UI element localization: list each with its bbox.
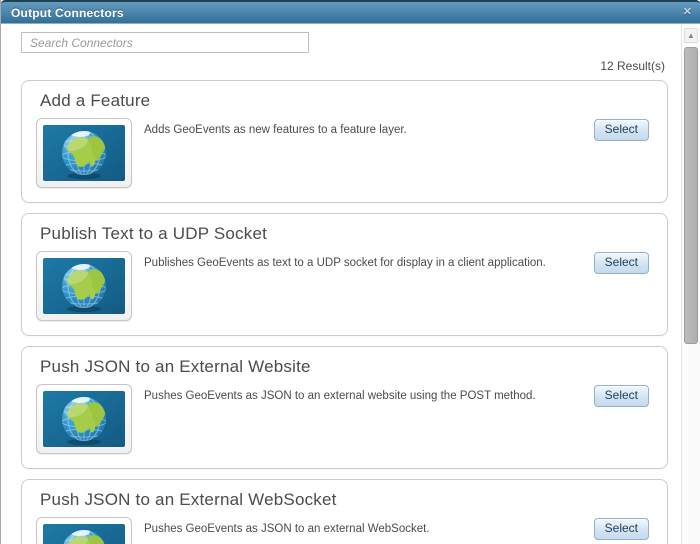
connector-description: Publishes GeoEvents as text to a UDP soc… [144, 257, 546, 269]
select-button[interactable]: Select [593, 119, 649, 141]
connector-description: Adds GeoEvents as new features to a feat… [144, 124, 407, 136]
connector-thumbnail [36, 384, 132, 454]
globe-icon [43, 258, 125, 314]
connector-thumbnail [36, 517, 132, 544]
connector-thumbnail [36, 251, 132, 321]
dialog-content: 12 Result(s) Add a Feature [2, 24, 681, 544]
search-input[interactable] [21, 32, 309, 53]
connector-card-push-json-websocket: Push JSON to an External WebSocket Pushe… [21, 479, 668, 544]
connector-title: Push JSON to an External WebSocket [40, 490, 337, 509]
close-icon[interactable]: ✕ [683, 7, 692, 18]
dialog-title: Output Connectors [11, 5, 124, 20]
globe-icon [43, 125, 125, 181]
output-connectors-dialog: Output Connectors ✕ 12 Result(s) Add a F… [0, 0, 700, 544]
select-button[interactable]: Select [593, 385, 649, 407]
scroll-up-icon[interactable]: ▲ [684, 28, 698, 43]
connector-description: Pushes GeoEvents as JSON to an external … [144, 390, 536, 402]
connector-title: Push JSON to an External Website [40, 357, 311, 376]
connector-card-push-json-website: Push JSON to an External Website Pushes … [21, 346, 668, 469]
scrollbar-thumb[interactable] [684, 47, 698, 344]
select-button[interactable]: Select [593, 518, 649, 540]
select-button[interactable]: Select [593, 252, 649, 274]
vertical-scrollbar[interactable]: ▲ [681, 24, 700, 544]
dialog-titlebar: Output Connectors ✕ [1, 0, 700, 24]
connector-card-add-a-feature: Add a Feature Adds GeoEvents as new feat… [21, 80, 668, 203]
globe-icon [43, 391, 125, 447]
results-count: 12 Result(s) [600, 59, 665, 73]
connector-card-publish-text-udp: Publish Text to a UDP Socket Publishes G… [21, 213, 668, 336]
globe-icon [43, 524, 125, 544]
connector-thumbnail [36, 118, 132, 188]
connector-title: Add a Feature [40, 91, 151, 110]
connector-title: Publish Text to a UDP Socket [40, 224, 268, 243]
connector-description: Pushes GeoEvents as JSON to an external … [144, 523, 430, 535]
